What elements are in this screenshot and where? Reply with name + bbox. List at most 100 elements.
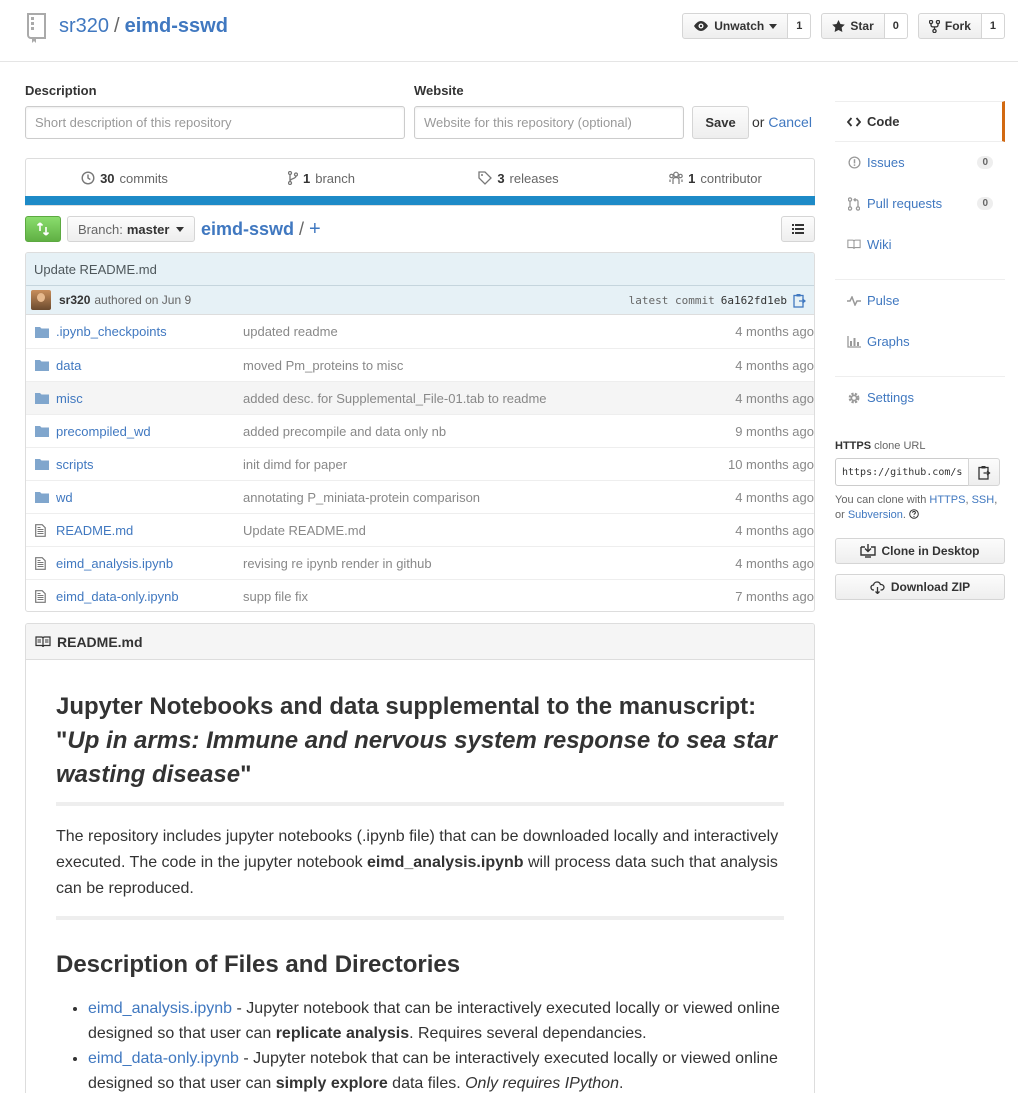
- website-input[interactable]: [414, 106, 684, 139]
- file-name-link[interactable]: data: [56, 358, 243, 373]
- branch-prefix: Branch:: [78, 221, 123, 237]
- sidebar-item-wiki[interactable]: Wiki: [835, 224, 1005, 265]
- clone-ssh-link[interactable]: SSH: [972, 494, 995, 506]
- description-input[interactable]: [25, 106, 405, 139]
- clone-in-desktop-button[interactable]: Clone in Desktop: [835, 538, 1005, 564]
- file-name-link[interactable]: precompiled_wd: [56, 424, 243, 439]
- pulse-icon: [847, 294, 861, 308]
- file-commit-message[interactable]: revising re ipynb render in github: [243, 556, 703, 571]
- table-row[interactable]: misc added desc. for Supplemental_File-01…: [26, 381, 814, 414]
- clone-https-link[interactable]: HTTPS: [929, 494, 965, 506]
- cancel-link[interactable]: Cancel: [768, 114, 812, 130]
- repo-icon: [27, 13, 46, 43]
- watchers-count[interactable]: 1: [788, 13, 812, 39]
- commit-sha[interactable]: 6a162fd1eb: [721, 294, 787, 307]
- file-commit-message[interactable]: moved Pm_proteins to misc: [243, 358, 703, 373]
- file-commit-message[interactable]: Update README.md: [243, 523, 703, 538]
- file-name-link[interactable]: eimd_data-only.ipynb: [56, 589, 243, 604]
- breadcrumb-root[interactable]: eimd-sswd: [201, 219, 294, 239]
- table-row[interactable]: README.md Update README.md 4 months ago: [26, 513, 814, 546]
- nav-group-stats: Pulse Graphs: [835, 280, 1005, 377]
- unwatch-button[interactable]: Unwatch: [682, 13, 789, 39]
- sidebar-item-graphs[interactable]: Graphs: [835, 321, 1005, 362]
- releases-summary[interactable]: 3 releases: [420, 159, 617, 197]
- sidebar-item-issues[interactable]: Issues 0: [835, 142, 1005, 183]
- compare-icon: [36, 222, 50, 236]
- branch-select-button[interactable]: Branch: master: [67, 216, 196, 242]
- star-button[interactable]: Star: [821, 13, 885, 39]
- watch-group: Unwatch 1: [682, 13, 812, 39]
- table-row[interactable]: eimd_data-only.ipynb supp file fix 7 month…: [26, 579, 814, 611]
- repo-title-separator: /: [114, 15, 120, 37]
- organization-icon: [669, 171, 683, 184]
- compare-button[interactable]: [25, 216, 61, 242]
- file-name-link[interactable]: README.md: [56, 523, 243, 538]
- file-commit-message[interactable]: init dimd for paper: [243, 457, 703, 472]
- file-name-link[interactable]: eimd_analysis.ipynb: [56, 556, 243, 571]
- clone-subversion-link[interactable]: Subversion: [848, 509, 903, 521]
- clone-url-input[interactable]: [835, 458, 969, 486]
- clipboard-icon[interactable]: [793, 293, 806, 308]
- readme-title-italic: Up in arms: Immune and nervous system re…: [56, 727, 777, 788]
- table-row[interactable]: scripts init dimd for paper 10 months ago: [26, 447, 814, 480]
- table-row[interactable]: .ipynb_checkpoints updated readme 4 months…: [26, 315, 814, 348]
- file-commit-message[interactable]: supp file fix: [243, 589, 703, 604]
- table-row[interactable]: precompiled_wd added precompile and data …: [26, 414, 814, 447]
- question-icon[interactable]: [909, 509, 919, 519]
- copy-clone-url-button[interactable]: [968, 458, 1000, 486]
- new-file-button[interactable]: +: [309, 218, 321, 240]
- readme: README.md Jupyter Notebooks and data sup…: [25, 623, 815, 1093]
- sidebar-item-pull-requests[interactable]: Pull requests 0: [835, 183, 1005, 224]
- sidebar-item-label: Code: [867, 114, 900, 129]
- contributors-count: 1: [688, 170, 696, 186]
- releases-label: releases: [509, 170, 559, 186]
- table-row[interactable]: eimd_analysis.ipynb revising re ipynb ren…: [26, 546, 814, 579]
- language-bar[interactable]: [25, 196, 815, 205]
- file-commit-message[interactable]: updated readme: [243, 324, 703, 339]
- repo-sidebar-nav: Code Issues 0 Pull requests 0 Wiki Pulse…: [835, 101, 1005, 418]
- readme-link-analysis[interactable]: eimd_analysis.ipynb: [88, 1000, 232, 1017]
- commit-meta: sr320 authored on Jun 9 latest commit 6a…: [26, 286, 814, 315]
- repo-name-link[interactable]: eimd-sswd: [125, 15, 228, 37]
- file-name-link[interactable]: scripts: [56, 457, 243, 472]
- file-browser: Update README.md sr320 authored on Jun 9…: [25, 252, 815, 612]
- file-name-link[interactable]: .ipynb_checkpoints: [56, 324, 243, 339]
- table-row[interactable]: wd annotating P_miniata-protein compariso…: [26, 480, 814, 513]
- file-name-link[interactable]: misc: [56, 391, 243, 406]
- list-view-button[interactable]: [781, 216, 815, 242]
- book-icon: [35, 635, 51, 647]
- sidebar-item-settings[interactable]: Settings: [835, 377, 1005, 418]
- readme-header: README.md: [26, 624, 814, 660]
- download-zip-button[interactable]: Download ZIP: [835, 574, 1005, 600]
- contributors-summary[interactable]: 1 contributor: [617, 159, 814, 197]
- file-commit-message[interactable]: added desc. for Supplemental_File-01.tab…: [243, 391, 703, 406]
- repo-owner-link[interactable]: sr320: [59, 15, 109, 37]
- clone-in-desktop-label: Clone in Desktop: [881, 544, 980, 558]
- fork-button[interactable]: Fork: [917, 13, 982, 39]
- file-age: 4 months ago: [735, 489, 814, 505]
- clone-label-text: clone URL: [874, 440, 926, 452]
- nav-group-admin: Settings: [835, 377, 1005, 418]
- releases-count: 3: [497, 170, 505, 186]
- commit-author[interactable]: sr320: [59, 293, 90, 307]
- table-row[interactable]: data moved Pm_proteins to misc 4 months ag…: [26, 348, 814, 381]
- file-name-link[interactable]: wd: [56, 490, 243, 505]
- file-commit-message[interactable]: added precompile and data only nb: [243, 424, 703, 439]
- readme-title-end: ": [240, 761, 252, 788]
- sidebar-item-code[interactable]: Code: [835, 101, 1005, 142]
- clipboard-icon: [977, 465, 991, 480]
- file-commit-message[interactable]: annotating P_miniata-protein comparison: [243, 490, 703, 505]
- folder-icon: [26, 458, 56, 470]
- sidebar-item-pulse[interactable]: Pulse: [835, 280, 1005, 321]
- readme-link-data-only[interactable]: eimd_data-only.ipynb: [88, 1050, 239, 1067]
- save-button[interactable]: Save: [692, 106, 749, 139]
- branches-summary[interactable]: 1 branch: [223, 159, 420, 197]
- clone-help-end: .: [902, 509, 906, 521]
- readme-filename: README.md: [57, 633, 143, 650]
- stargazers-count[interactable]: 0: [884, 13, 908, 39]
- forks-count[interactable]: 1: [981, 13, 1005, 39]
- avatar[interactable]: [31, 290, 51, 310]
- breadcrumb: eimd-sswd / +: [201, 217, 321, 241]
- commit-title[interactable]: Update README.md: [26, 253, 814, 286]
- commits-summary[interactable]: 30 commits: [26, 159, 223, 197]
